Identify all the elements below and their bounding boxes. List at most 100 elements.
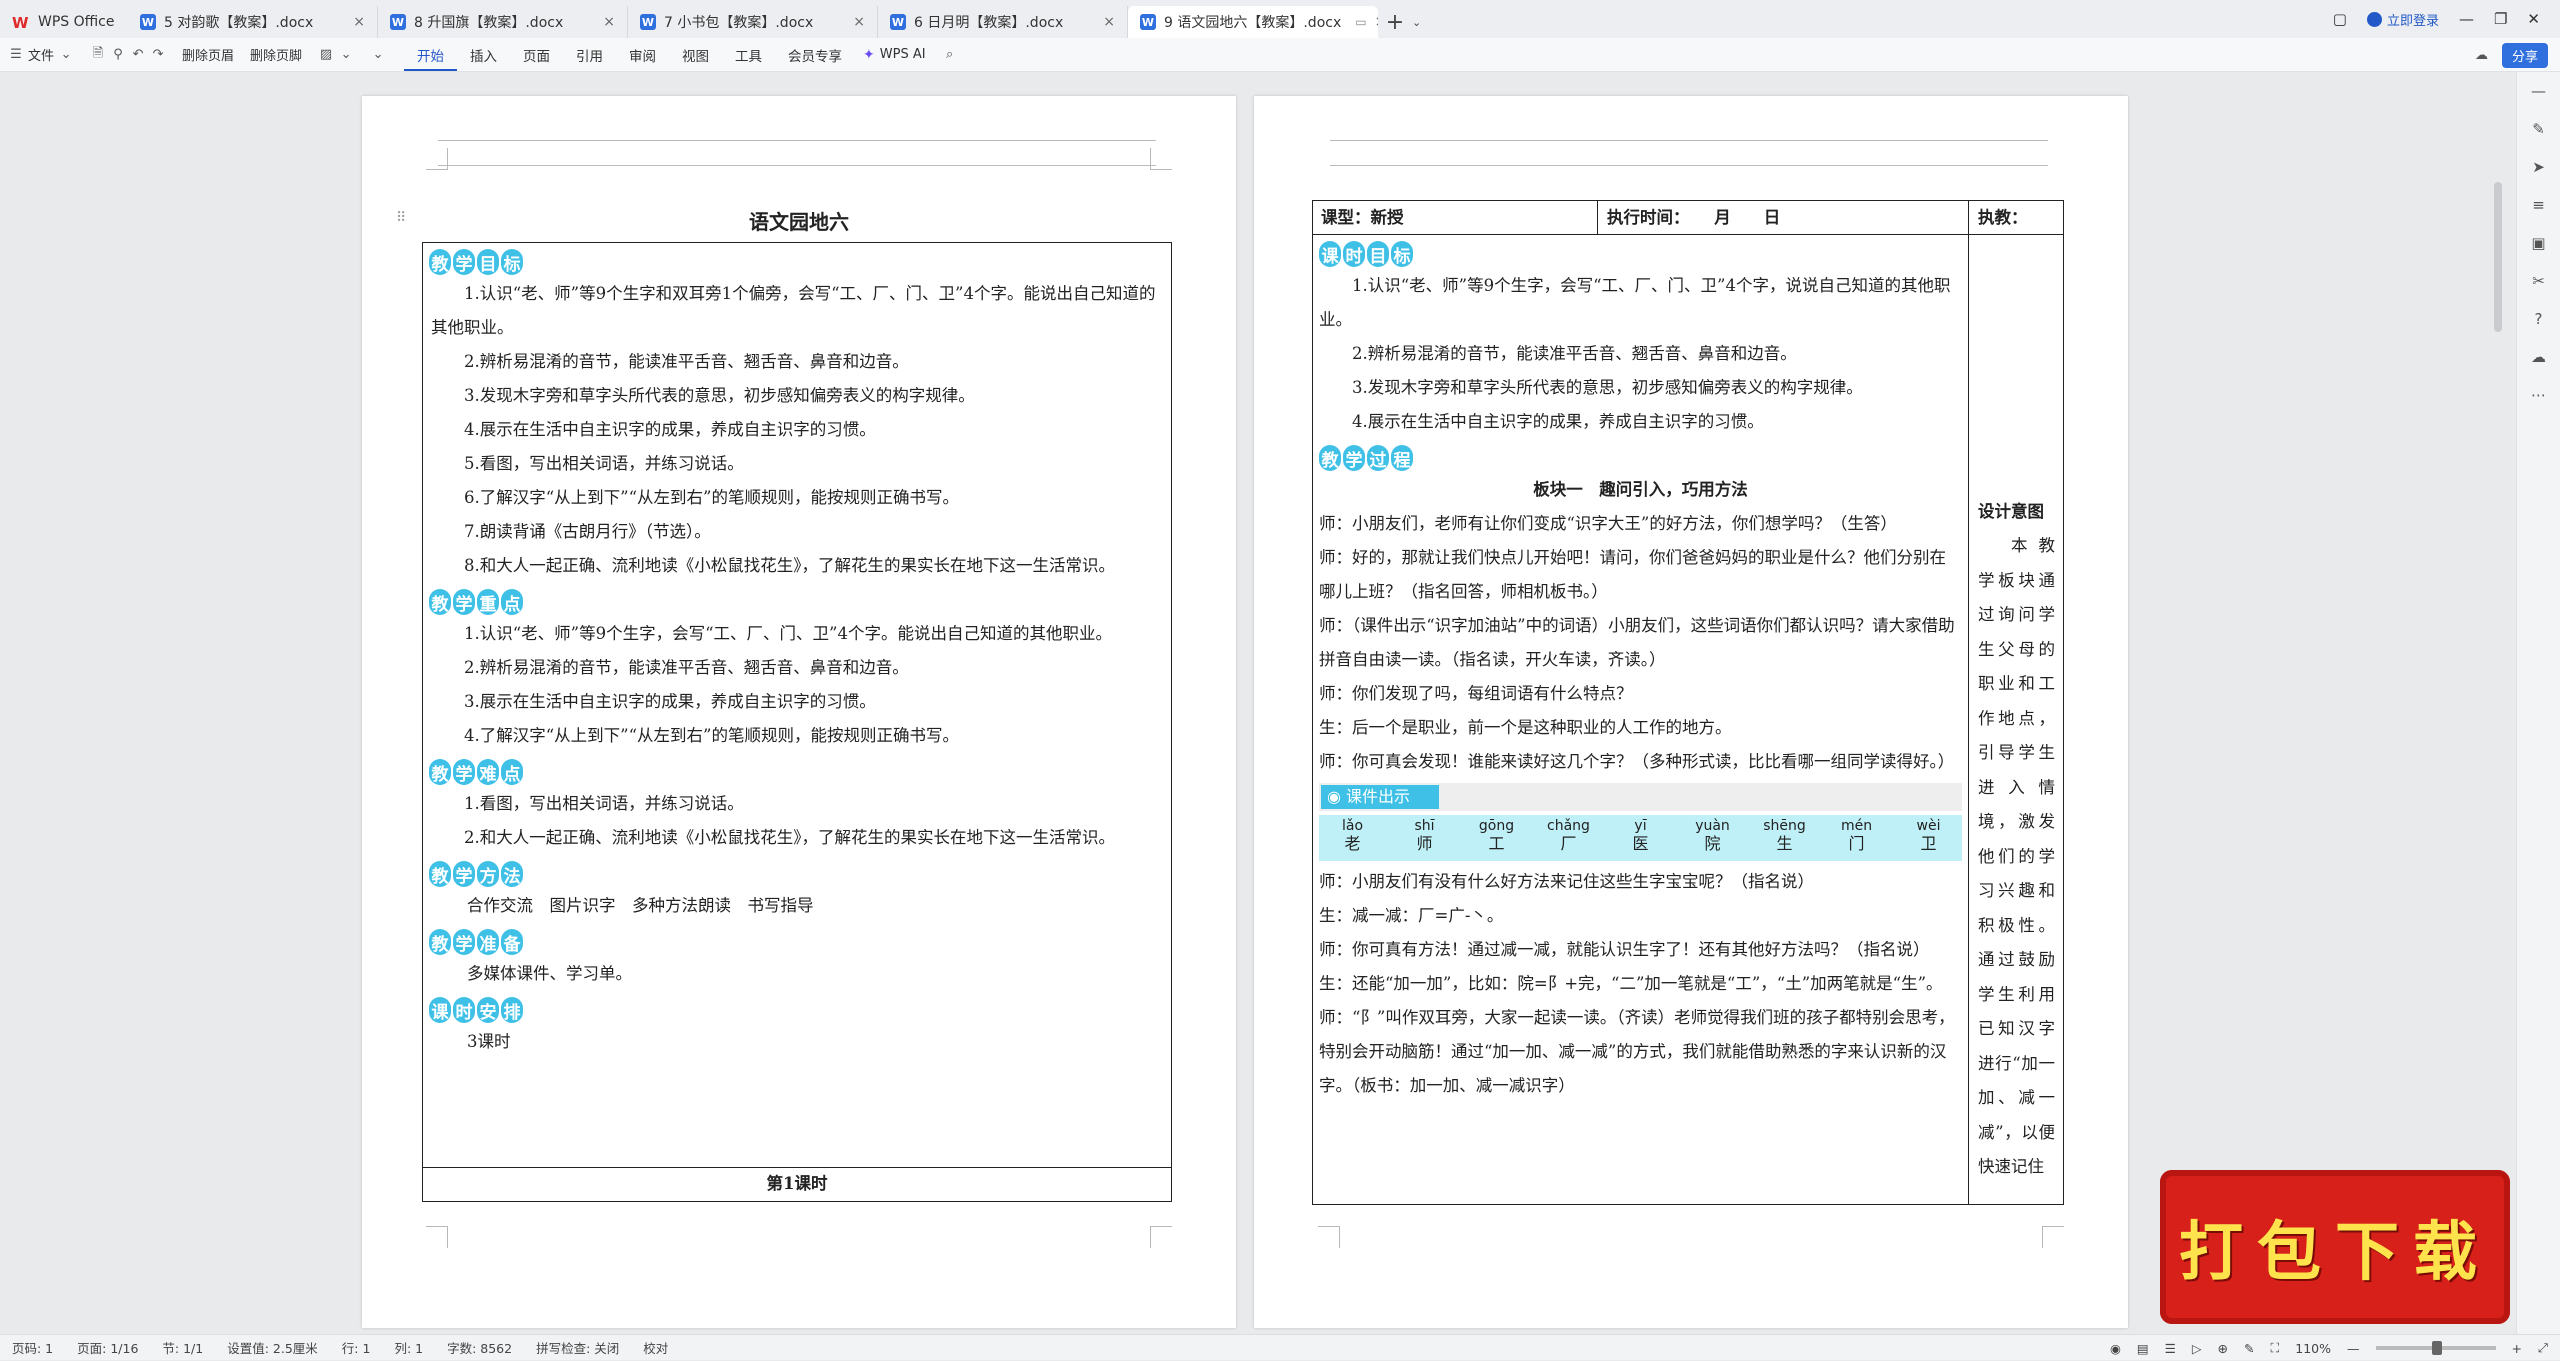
monitor-icon[interactable]: ▭ bbox=[1355, 15, 1366, 29]
status-section[interactable]: 节: 1/1 bbox=[150, 1338, 215, 1357]
dialogue-line: 师：“阝”叫作双耳旁，大家一起读一读。（齐读）老师觉得我们班的孩子都特别会思考，… bbox=[1319, 1008, 1955, 1095]
image-icon[interactable]: ▣ bbox=[2531, 234, 2545, 252]
menu-tab[interactable]: 视图 bbox=[669, 45, 722, 65]
tab-label: 5 对韵歌【教案】.docx bbox=[164, 15, 314, 31]
body-paragraph: 2.和大人一起正确、流利地读《小松鼠找花生》，了解花生的果实长在地下这一生活常识… bbox=[464, 828, 1115, 847]
pen-icon[interactable]: ✎ bbox=[2532, 120, 2545, 138]
dialogue-line: 生：还能“加一加”，比如：院=阝+完，“二”加一笔就是“工”，“土”加两笔就是“… bbox=[1319, 974, 1943, 993]
restore-icon[interactable]: ❐ bbox=[2494, 10, 2507, 28]
menu-tab[interactable]: 审阅 bbox=[616, 45, 669, 65]
format-painter-button[interactable]: ▨ ⌄ bbox=[310, 47, 362, 63]
undo-icon[interactable]: ↶ bbox=[130, 47, 146, 63]
teacher-cell: 执教： bbox=[1978, 208, 2028, 227]
tab-document[interactable]: W 7 小书包【教案】.docx × bbox=[628, 6, 878, 38]
fullscreen-icon[interactable]: ⤢ bbox=[2538, 1340, 2548, 1356]
body-paragraph: 4.展示在生活中自主识字的成果，养成自主识字的习惯。 bbox=[464, 420, 876, 439]
wps-ai-button[interactable]: ✦ WPS AI bbox=[855, 47, 934, 63]
tab-document[interactable]: W 8 升国旗【教案】.docx × bbox=[378, 6, 628, 38]
tab-document[interactable]: W 6 日月明【教案】.docx × bbox=[878, 6, 1128, 38]
close-tab-icon[interactable]: × bbox=[1103, 14, 1115, 30]
corner-mark bbox=[1150, 148, 1172, 170]
cloud-icon[interactable]: ☁ bbox=[2531, 348, 2546, 366]
web-view-icon[interactable]: ⊕ bbox=[2218, 1341, 2228, 1356]
page-view-icon[interactable]: ▤ bbox=[2137, 1341, 2149, 1356]
heading-char: 标 bbox=[501, 249, 523, 275]
tab-document[interactable]: W9 语文园地六【教案】.docx▭× bbox=[1128, 6, 1378, 38]
status-pages[interactable]: 页面: 1/16 bbox=[65, 1338, 150, 1357]
heading-char: 排 bbox=[501, 997, 523, 1023]
tab-document[interactable]: W WPS Office bbox=[0, 6, 128, 38]
cloud-sync-icon[interactable]: ☁ bbox=[2475, 48, 2488, 63]
menu-tabs: 开始 插入 页面 引用 审阅 视图 工具 会员专享 bbox=[404, 39, 855, 71]
status-page-num[interactable]: 页码: 1 bbox=[0, 1338, 65, 1357]
search-doc-icon[interactable]: ⚲ bbox=[110, 47, 126, 63]
login-button[interactable]: 立即登录 bbox=[2366, 10, 2439, 29]
redo-icon[interactable]: ↷ bbox=[150, 47, 166, 63]
dialogue-list: 师：小朋友们有没有什么好方法来记住这些生字宝宝呢？（指名说） 生：减一减：厂=广-… bbox=[1313, 865, 1968, 1103]
header-region[interactable] bbox=[1330, 140, 2048, 166]
body-paragraph: 8.和大人一起正确、流利地读《小松鼠找花生》，了解花生的果实长在地下这一生活常识… bbox=[464, 556, 1115, 575]
heading-char: 备 bbox=[501, 929, 523, 955]
zoom-level[interactable]: 110% bbox=[2295, 1341, 2331, 1356]
more-chevron[interactable]: ⌄ bbox=[362, 47, 394, 63]
more-icon[interactable]: ⋯ bbox=[2531, 386, 2546, 404]
close-tab-icon[interactable]: × bbox=[853, 14, 865, 30]
tools-icon[interactable]: ✂ bbox=[2532, 272, 2545, 290]
menu-tab[interactable]: 开始 bbox=[404, 45, 458, 71]
new-tab-icon[interactable]: + bbox=[1378, 6, 1412, 38]
tab-list-chevron-icon[interactable]: ⌄ bbox=[1412, 6, 1432, 38]
close-tab-icon[interactable]: × bbox=[603, 14, 615, 30]
delete-header-button[interactable]: 删除页眉 bbox=[174, 45, 242, 64]
fit-icon[interactable]: ⛶ bbox=[2270, 1340, 2279, 1356]
download-promo-badge[interactable]: 打包下载 bbox=[2160, 1170, 2510, 1324]
status-row[interactable]: 行: 1 bbox=[330, 1338, 383, 1357]
play-icon[interactable]: ▷ bbox=[2192, 1341, 2202, 1356]
edit-view-icon[interactable]: ✎ bbox=[2244, 1341, 2254, 1356]
heading-char: 课 bbox=[1319, 241, 1341, 267]
zoom-out-icon[interactable]: — bbox=[2347, 1341, 2360, 1356]
save-icon[interactable]: 🗎 bbox=[90, 46, 106, 63]
delete-footer-button[interactable]: 删除页脚 bbox=[242, 45, 310, 64]
body-paragraph: 3.发现木字旁和草字头所代表的意思，初步感知偏旁表义的构字规律。 bbox=[464, 386, 975, 405]
search-button[interactable]: ⌕ bbox=[934, 47, 966, 63]
menu-tab[interactable]: 会员专享 bbox=[775, 45, 855, 65]
vertical-scrollbar[interactable] bbox=[2494, 182, 2502, 332]
layout-icon[interactable]: ▢ bbox=[2333, 10, 2347, 28]
minimize-icon[interactable]: — bbox=[2459, 10, 2474, 28]
zoom-in-icon[interactable]: + bbox=[2512, 1341, 2522, 1356]
tab-document[interactable]: W 5 对韵歌【教案】.docx × bbox=[128, 6, 378, 38]
menu-tab[interactable]: 页面 bbox=[510, 45, 563, 65]
zoom-slider[interactable] bbox=[2375, 1341, 2496, 1355]
status-word-count[interactable]: 字数: 8562 bbox=[435, 1338, 524, 1357]
cursor-icon[interactable]: ➤ bbox=[2532, 158, 2545, 176]
courseware-label: ◉ 课件出示 bbox=[1321, 785, 1439, 809]
file-menu-button[interactable]: ☰ 文件 ⌄ bbox=[0, 45, 82, 64]
outline-view-icon[interactable]: ☰ bbox=[2165, 1341, 2176, 1356]
heading-char: 过 bbox=[1367, 445, 1389, 471]
menu-tab[interactable]: 插入 bbox=[457, 45, 510, 65]
ribbon-toolbar: ☰ 文件 ⌄ 🗎 ⚲ ↶ ↷ 删除页眉 删除页脚 ▨ ⌄ ⌄ 开始 插入 页面 引用 审阅 视图… bbox=[0, 38, 2560, 72]
share-button[interactable]: 分享 bbox=[2501, 43, 2548, 68]
status-col[interactable]: 列: 1 bbox=[382, 1338, 435, 1357]
minus-icon[interactable]: — bbox=[2531, 82, 2546, 100]
header-region[interactable] bbox=[438, 140, 1156, 166]
menu-tab[interactable]: 工具 bbox=[722, 45, 775, 65]
status-spellcheck[interactable]: 拼写检查: 关闭 bbox=[524, 1338, 631, 1357]
status-setting[interactable]: 设置值: 2.5厘米 bbox=[215, 1338, 330, 1357]
zoom-slider-thumb[interactable] bbox=[2431, 1341, 2442, 1355]
close-tab-icon[interactable]: × bbox=[353, 14, 365, 30]
corner-mark bbox=[1318, 1226, 1340, 1248]
eye-protect-icon[interactable]: ◉ bbox=[2110, 1341, 2121, 1356]
heading-char: 点 bbox=[501, 589, 523, 615]
close-window-icon[interactable]: ✕ bbox=[2527, 10, 2540, 28]
heading-char: 目 bbox=[477, 249, 499, 275]
section-heading: 教学重点 bbox=[429, 589, 523, 615]
settings-sliders-icon[interactable]: ≡ bbox=[2532, 196, 2545, 214]
status-proof[interactable]: 校对 bbox=[631, 1338, 680, 1357]
tab-label: 7 小书包【教案】.docx bbox=[664, 15, 814, 31]
heading-char: 教 bbox=[429, 929, 451, 955]
dialogue-line: 师：小朋友们有没有什么好方法来记住这些生字宝宝呢？（指名说） bbox=[1319, 872, 1814, 891]
help-icon[interactable]: ? bbox=[2535, 310, 2543, 328]
heading-char: 教 bbox=[429, 589, 451, 615]
menu-tab[interactable]: 引用 bbox=[563, 45, 616, 65]
